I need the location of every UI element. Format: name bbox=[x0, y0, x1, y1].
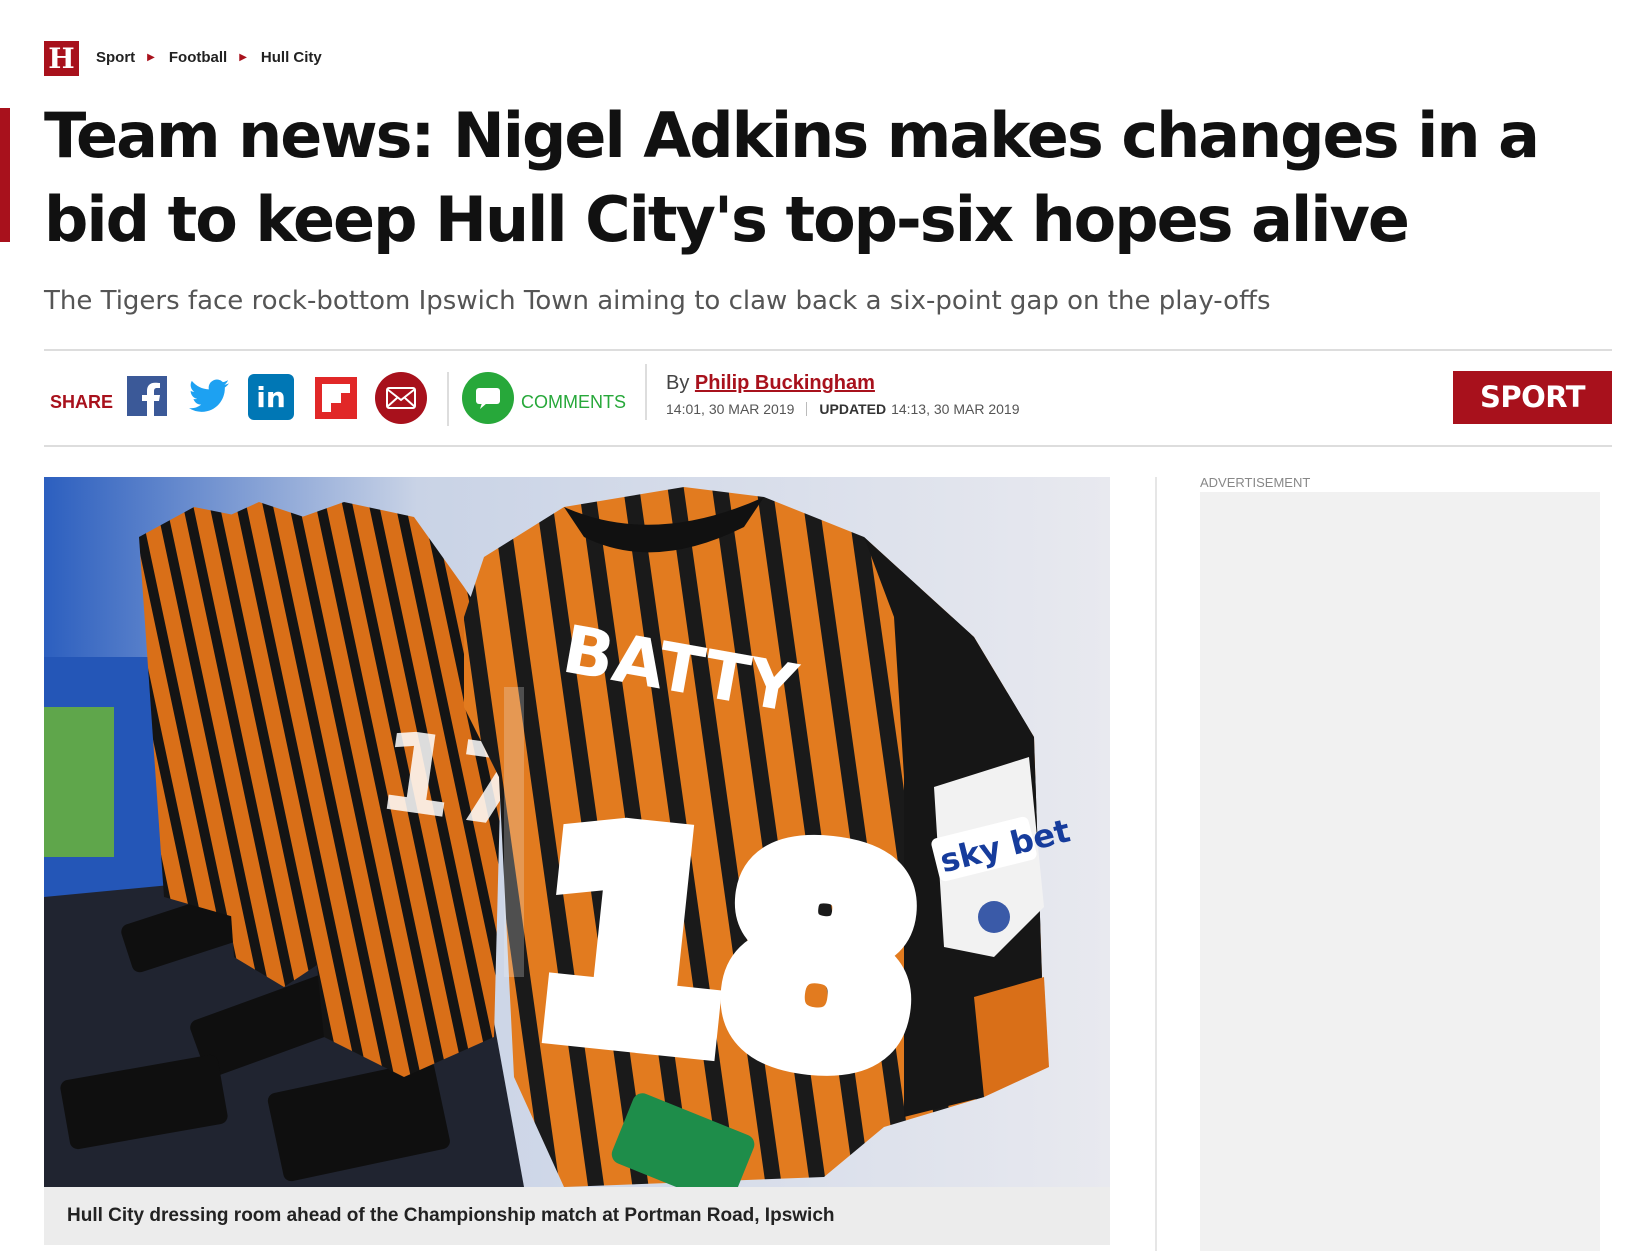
article-standfirst: The Tigers face rock-bottom Ipswich Town… bbox=[44, 286, 1271, 316]
shirt-number-fill: 18 bbox=[523, 774, 930, 1127]
divider bbox=[806, 402, 808, 416]
site-logo[interactable]: H bbox=[44, 41, 79, 76]
advertisement-label: ADVERTISEMENT bbox=[1200, 475, 1311, 490]
section-badge-sport[interactable]: SPORT bbox=[1453, 371, 1612, 424]
article-headline: Team news: Nigel Adkins makes changes in… bbox=[44, 99, 1540, 256]
headline-accent-bar bbox=[0, 108, 10, 242]
chevron-right-icon: ▶ bbox=[147, 52, 155, 63]
breadcrumb-football[interactable]: Football bbox=[169, 49, 227, 66]
twitter-icon[interactable] bbox=[189, 375, 229, 417]
linkedin-icon[interactable]: in bbox=[248, 374, 294, 420]
share-label: SHARE bbox=[50, 392, 114, 412]
author-link[interactable]: Philip Buckingham bbox=[695, 372, 875, 394]
comments-link[interactable]: COMMENTS bbox=[521, 392, 626, 413]
divider bbox=[447, 372, 449, 426]
breadcrumb-hull-city[interactable]: Hull City bbox=[261, 49, 322, 66]
comment-icon[interactable] bbox=[462, 372, 514, 424]
hero-image[interactable]: 17 BATTY 18 18 sky bet bbox=[44, 477, 1110, 1187]
breadcrumb: Sport ▶ Football ▶ Hull City bbox=[96, 49, 322, 66]
column-divider bbox=[1155, 477, 1157, 1251]
divider bbox=[44, 349, 1612, 351]
chevron-right-icon: ▶ bbox=[239, 52, 247, 63]
updated-time: 14:13, 30 MAR 2019 bbox=[891, 401, 1020, 417]
image-caption: Hull City dressing room ahead of the Cha… bbox=[44, 1187, 1110, 1245]
flipboard-icon[interactable] bbox=[315, 377, 357, 419]
published-time: 14:01, 30 MAR 2019 bbox=[666, 401, 795, 417]
email-icon[interactable] bbox=[375, 372, 427, 424]
updated-label: UPDATED bbox=[819, 401, 887, 417]
breadcrumb-sport[interactable]: Sport bbox=[96, 49, 135, 66]
divider bbox=[645, 364, 647, 420]
byline: By Philip Buckingham bbox=[666, 372, 875, 395]
divider bbox=[44, 445, 1612, 447]
byline-prefix: By bbox=[666, 372, 690, 394]
facebook-icon[interactable] bbox=[127, 375, 167, 417]
caption-text: Hull City dressing room ahead of the Cha… bbox=[67, 1205, 835, 1226]
advertisement-slot[interactable] bbox=[1200, 492, 1600, 1251]
article-dates: 14:01, 30 MAR 2019 UPDATED 14:13, 30 MAR… bbox=[666, 401, 1019, 417]
